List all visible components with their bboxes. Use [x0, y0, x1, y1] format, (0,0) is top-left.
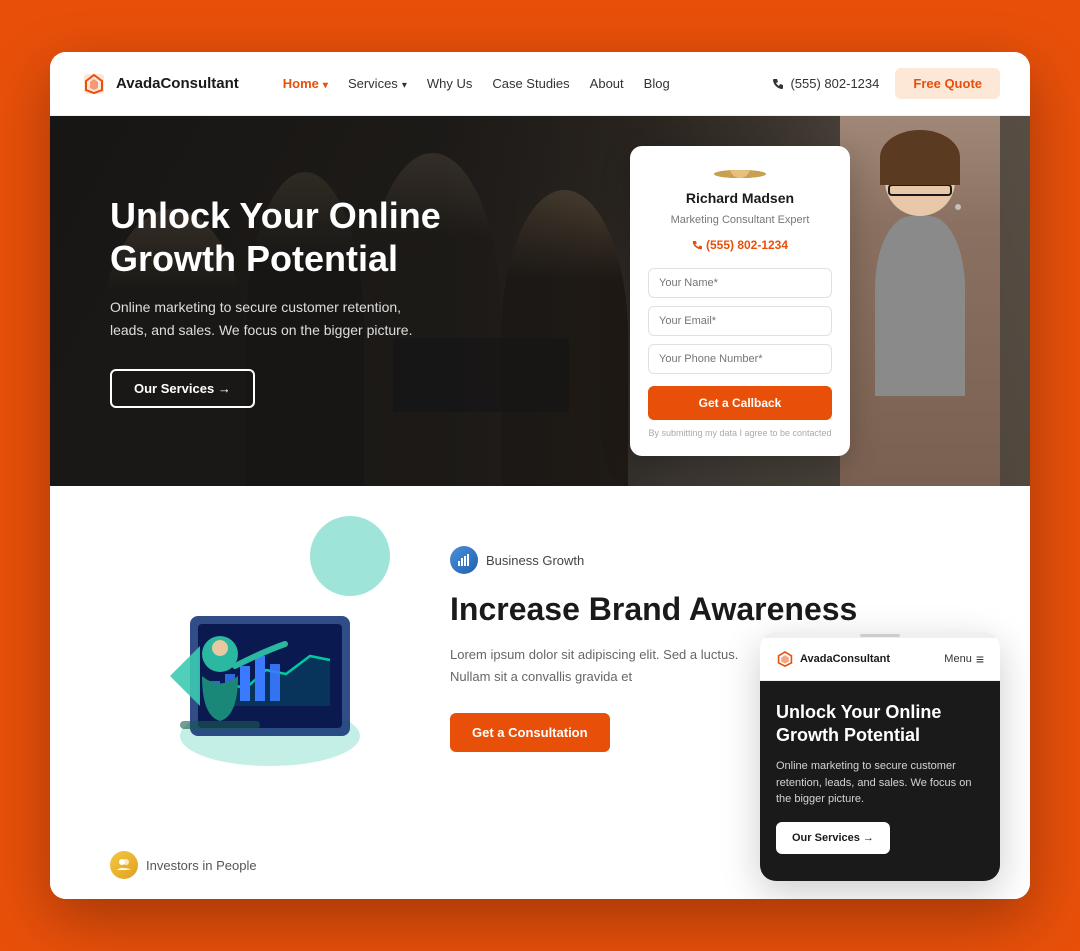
chevron-down-icon: [323, 76, 328, 91]
mobile-navbar: AvadaConsultant Menu ≡: [760, 638, 1000, 681]
avatar-icon: [714, 170, 766, 178]
browser-window: AvadaConsultant Home Services Why Us Cas…: [50, 52, 1030, 899]
badge-label: Business Growth: [486, 553, 584, 568]
callback-button[interactable]: Get a Callback: [648, 386, 832, 420]
email-input[interactable]: [648, 306, 832, 336]
mobile-hero-title: Unlock Your Online Growth Potential: [776, 701, 984, 746]
hamburger-icon: ≡: [976, 651, 984, 667]
badge-icon: [450, 546, 478, 574]
consultant-title: Marketing Consultant Expert: [671, 214, 810, 226]
hero-content: Unlock Your Online Growth Potential Onli…: [50, 154, 550, 448]
hero-title: Unlock Your Online Growth Potential: [110, 194, 490, 280]
chevron-down-icon: [402, 76, 407, 91]
card-disclaimer: By submitting my data I agree to be cont…: [648, 428, 831, 438]
people-icon: [117, 858, 131, 872]
phone-icon: [772, 78, 784, 90]
woman-body: [875, 216, 965, 396]
consultant-avatar: [714, 170, 766, 178]
woman-hair: [880, 130, 960, 185]
nav-about[interactable]: About: [590, 76, 624, 91]
content-section: Business Growth Increase Brand Awareness…: [50, 486, 1030, 851]
hero-woman-photo: [840, 116, 1000, 486]
mobile-cta-button[interactable]: Our Services →: [776, 822, 890, 854]
mobile-hero: Unlock Your Online Growth Potential Onli…: [760, 681, 1000, 881]
business-growth-badge: Business Growth: [450, 546, 970, 574]
mobile-logo-area: AvadaConsultant: [776, 650, 890, 668]
nav-blog[interactable]: Blog: [644, 76, 670, 91]
logo-area[interactable]: AvadaConsultant: [80, 70, 239, 98]
consultant-name: Richard Madsen: [686, 190, 794, 206]
nav-why-us[interactable]: Why Us: [427, 76, 473, 91]
woman-glasses: [888, 184, 952, 196]
hero-section: Unlock Your Online Growth Potential Onli…: [50, 116, 1030, 486]
chart-icon: [457, 553, 471, 567]
nav-case-studies[interactable]: Case Studies: [492, 76, 569, 91]
consultant-phone: (555) 802-1234: [692, 238, 788, 252]
investors-badge-icon: [110, 851, 138, 879]
consultation-button[interactable]: Get a Consultation: [450, 713, 610, 752]
nav-services[interactable]: Services: [348, 76, 407, 91]
section-title: Increase Brand Awareness: [450, 590, 970, 628]
phone-input[interactable]: [648, 344, 832, 374]
logo-icon: [80, 70, 108, 98]
navbar: AvadaConsultant Home Services Why Us Cas…: [50, 52, 1030, 116]
free-quote-button[interactable]: Free Quote: [895, 68, 1000, 99]
section-body: Lorem ipsum dolor sit adipiscing elit. S…: [450, 644, 750, 688]
mobile-preview: AvadaConsultant Menu ≡ Unlock Your Onlin…: [760, 632, 1000, 881]
mobile-logo-icon: [776, 650, 794, 668]
mobile-hero-subtitle: Online marketing to secure customer rete…: [776, 758, 984, 808]
illustration-area: [110, 536, 390, 801]
mobile-menu-button[interactable]: Menu ≡: [944, 651, 984, 667]
hero-subtitle: Online marketing to secure customer rete…: [110, 296, 430, 341]
mobile-notch: [860, 634, 900, 637]
nav-right: (555) 802-1234 Free Quote: [772, 68, 1000, 99]
brand-name: AvadaConsultant: [116, 75, 239, 92]
mobile-brand-name: AvadaConsultant: [800, 653, 890, 665]
hero-cta-button[interactable]: Our Services →: [110, 369, 255, 408]
deco-circle: [310, 516, 390, 596]
phone-icon-card: [692, 240, 702, 250]
contact-card: Richard Madsen Marketing Consultant Expe…: [630, 146, 850, 456]
nav-links: Home Services Why Us Case Studies About …: [283, 76, 749, 91]
name-input[interactable]: [648, 268, 832, 298]
investors-badge-label: Investors in People: [146, 858, 257, 873]
phone-nav[interactable]: (555) 802-1234: [772, 76, 879, 91]
nav-home[interactable]: Home: [283, 76, 328, 91]
woman-earring: [955, 204, 961, 210]
